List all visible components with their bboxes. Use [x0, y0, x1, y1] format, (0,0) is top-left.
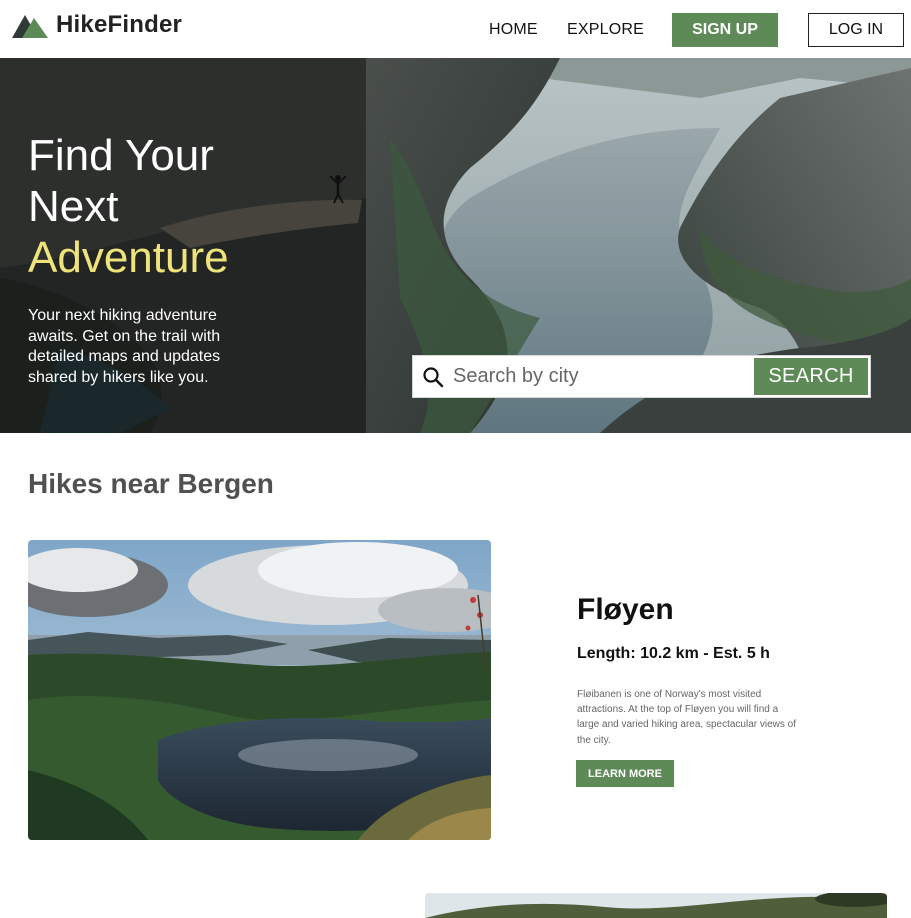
hero-banner: Find Your Next Adventure Your next hikin… — [0, 58, 911, 433]
section-title: Hikes near Bergen — [28, 468, 274, 499]
brand-logo[interactable]: HikeFinder — [12, 10, 182, 40]
search-input[interactable] — [453, 356, 754, 397]
hike-length: Length: 10.2 km - Est. 5 h — [577, 645, 770, 662]
hike-description: Fløibanen is one of Norway's most visite… — [577, 689, 797, 746]
mountain-icon — [12, 15, 48, 38]
hero-title-accent: Adventure — [28, 233, 229, 282]
hero-title-line1: Find Your — [28, 131, 214, 180]
learn-more-button[interactable]: LEARN MORE — [576, 760, 674, 787]
hike-name: Fløyen — [577, 593, 674, 626]
hero-subtitle: Your next hiking adventure awaits. Get o… — [28, 307, 221, 386]
search-bar: SEARCH — [412, 355, 871, 398]
hike-image[interactable] — [28, 540, 491, 840]
hero-title-line2: Next — [28, 182, 119, 231]
site-header: HikeFinder HOME EXPLORE SIGN UP LOG IN — [0, 0, 911, 58]
nav-home[interactable]: HOME — [489, 21, 538, 39]
signup-button[interactable]: SIGN UP — [672, 13, 778, 47]
hike-image-2[interactable] — [425, 893, 887, 918]
brand-name: HikeFinder — [56, 11, 183, 38]
login-button[interactable]: LOG IN — [808, 13, 904, 47]
nav-explore[interactable]: EXPLORE — [567, 21, 644, 39]
search-icon — [413, 356, 453, 397]
search-button[interactable]: SEARCH — [754, 358, 868, 395]
hero-title: Find Your Next Adventure — [28, 130, 229, 283]
